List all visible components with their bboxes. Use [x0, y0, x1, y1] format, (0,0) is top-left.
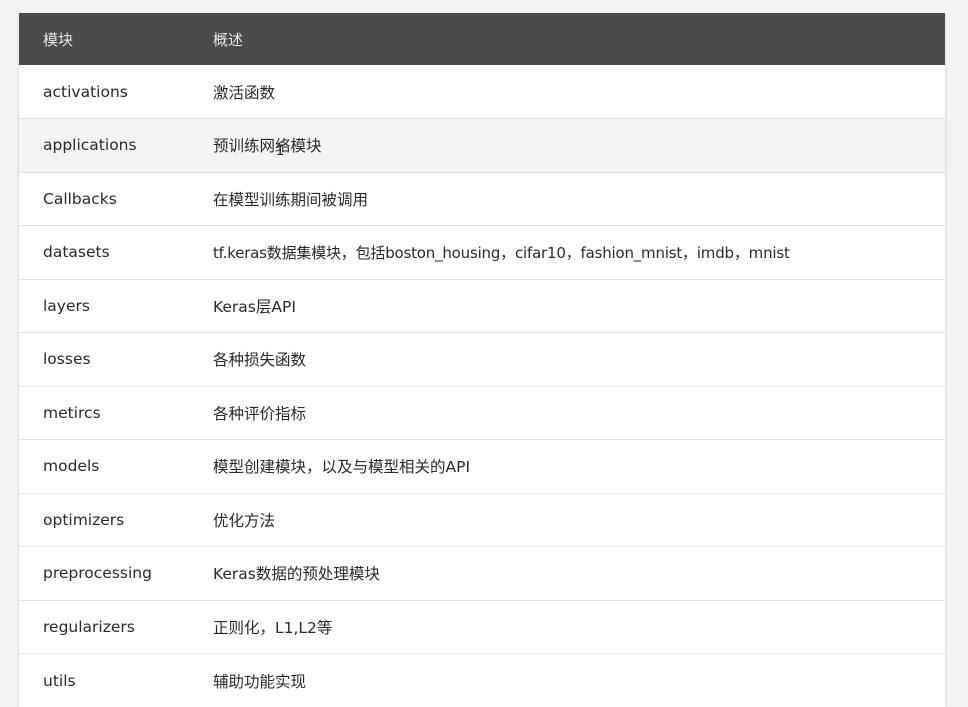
module-description: 正则化，L1,L2等	[189, 600, 945, 654]
module-table: 模块 概述 activations 激活函数 applications 预训练网…	[19, 13, 945, 707]
module-description: 辅助功能实现	[189, 654, 945, 707]
module-name: datasets	[19, 226, 189, 280]
table-row: optimizers 优化方法	[19, 493, 945, 547]
module-description: 预训练网络模块	[189, 119, 945, 173]
module-description: 激活函数	[189, 65, 945, 119]
header-description: 概述	[189, 13, 945, 65]
module-description: 在模型训练期间被调用	[189, 172, 945, 226]
module-description: 模型创建模块，以及与模型相关的API	[189, 440, 945, 494]
header-row: 模块 概述	[19, 13, 945, 65]
table-row: activations 激活函数	[19, 65, 945, 119]
module-name: activations	[19, 65, 189, 119]
module-name: applications	[19, 119, 189, 173]
table-row: regularizers 正则化，L1,L2等	[19, 600, 945, 654]
module-description: 优化方法	[189, 493, 945, 547]
module-description: Keras层API	[189, 279, 945, 333]
module-name: metircs	[19, 386, 189, 440]
table-row: utils 辅助功能实现	[19, 654, 945, 707]
module-table-container: 模块 概述 activations 激活函数 applications 预训练网…	[19, 13, 945, 707]
text-cursor-icon: I	[276, 143, 284, 159]
header-module: 模块	[19, 13, 189, 65]
module-name: layers	[19, 279, 189, 333]
table-row: applications 预训练网络模块	[19, 119, 945, 173]
table-header: 模块 概述	[19, 13, 945, 65]
table-row: losses 各种损失函数	[19, 333, 945, 387]
module-name: models	[19, 440, 189, 494]
module-name: optimizers	[19, 493, 189, 547]
module-description: Keras数据的预处理模块	[189, 547, 945, 601]
module-description: 各种损失函数	[189, 333, 945, 387]
table-row: models 模型创建模块，以及与模型相关的API	[19, 440, 945, 494]
table-row: Callbacks 在模型训练期间被调用	[19, 172, 945, 226]
table-body: activations 激活函数 applications 预训练网络模块 Ca…	[19, 65, 945, 707]
module-description: tf.keras数据集模块，包括boston_housing，cifar10，f…	[189, 226, 945, 280]
module-name: utils	[19, 654, 189, 707]
module-name: Callbacks	[19, 172, 189, 226]
module-description: 各种评价指标	[189, 386, 945, 440]
module-name: regularizers	[19, 600, 189, 654]
module-name: preprocessing	[19, 547, 189, 601]
table-row: datasets tf.keras数据集模块，包括boston_housing，…	[19, 226, 945, 280]
module-name: losses	[19, 333, 189, 387]
table-row: layers Keras层API	[19, 279, 945, 333]
table-row: metircs 各种评价指标	[19, 386, 945, 440]
table-row: preprocessing Keras数据的预处理模块	[19, 547, 945, 601]
